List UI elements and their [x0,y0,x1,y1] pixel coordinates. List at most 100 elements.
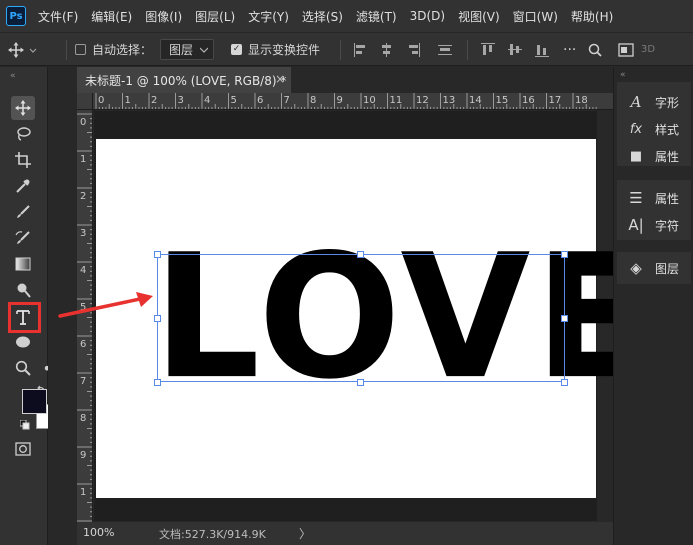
transform-handle-right[interactable] [561,315,568,322]
panel-group-1: A 字形 fx 样式 ■ 属性 [617,82,691,166]
properties-icon: ■ [629,148,643,164]
foreground-color-swatch[interactable] [22,389,47,414]
panel-collapse-icon[interactable]: « [10,71,16,81]
distribute-vertical-icon[interactable] [437,42,453,58]
menu-type[interactable]: 文字(Y) [248,8,289,25]
panel-group-3: ◈ 图层 [617,252,691,284]
ellipse-tool[interactable] [11,330,35,354]
properties-panel-button[interactable]: ■ 属性 [625,144,679,168]
glyphs-icon: A [630,93,642,111]
workspace-icon[interactable] [618,42,634,57]
options-bar: 自动选择： 图层 ✓ 显示变换控件 ··· 3D [0,32,693,66]
move-tool[interactable] [11,96,35,120]
menu-bar: Ps 文件(F) 编辑(E) 图像(I) 图层(L) 文字(Y) 选择(S) 滤… [0,0,693,32]
character-icon: A| [628,216,644,234]
status-menu-icon[interactable]: 〉 [299,525,311,542]
menu-file[interactable]: 文件(F) [38,8,78,25]
menu-help[interactable]: 帮助(H) [571,8,613,25]
document-size-info: 文档:527.3K/914.9K [159,528,266,541]
auto-select-target-dropdown[interactable]: 图层 [160,39,214,60]
character-panel-button[interactable]: A| 字符 [625,213,679,237]
move-tool-preset[interactable] [8,33,38,66]
glyphs-panel-button[interactable]: A 字形 [625,90,679,114]
transform-handle-bottom[interactable] [357,379,364,386]
ruler-h-label: 9 [337,95,343,106]
close-icon[interactable]: × [275,72,285,86]
ruler-h-label: 2 [151,95,157,106]
horizontal-ruler[interactable]: 0 1 2 3 4 5 6 7 8 9 10 11 12 13 14 15 16 17 18 [93,93,613,110]
history-brush-tool[interactable] [11,226,35,250]
menu-filter[interactable]: 滤镜(T) [356,8,397,25]
ruler-v-label: 9 [80,450,86,461]
annotation-arrow-icon [58,292,153,318]
auto-select-checkbox[interactable] [75,44,86,55]
gradient-icon [15,257,31,271]
align-left-icon[interactable] [353,42,369,58]
menu-image[interactable]: 图像(I) [145,8,182,25]
eyedropper-tool[interactable] [11,174,35,198]
ruler-h-label: 6 [257,95,263,106]
layers-panel-button[interactable]: ◈ 图层 [625,256,679,280]
ruler-h-label: 1 [125,95,131,106]
lasso-tool[interactable] [11,122,35,146]
zoom-level[interactable]: 100% [83,526,114,539]
panel-expand-icon[interactable]: « [620,70,626,80]
align-vcenter-icon[interactable] [507,42,523,58]
glyphs-label: 字形 [655,95,680,110]
menu-window[interactable]: 窗口(W) [513,8,558,25]
crop-tool[interactable] [11,148,35,172]
menu-layer[interactable]: 图层(L) [195,8,235,25]
styles-panel-button[interactable]: fx 样式 [625,117,679,141]
transform-handle-top-right[interactable] [561,251,568,258]
ruler-v-label: 4 [80,265,86,276]
default-colors-icon[interactable] [19,419,30,433]
move-icon [15,100,31,116]
transform-bounding-box[interactable] [157,254,565,382]
transform-handle-bottom-left[interactable] [154,379,161,386]
gradient-tool[interactable] [11,252,35,276]
ruler-v-label: 0 [80,117,86,128]
menu-view[interactable]: 视图(V) [458,8,500,25]
document-tab-title: 未标题-1 @ 100% (LOVE, RGB/8) * [85,73,287,88]
dodge-tool[interactable] [11,278,35,302]
panel-group-2: ☰ 属性 A| 字符 [617,180,691,240]
eyedropper-icon [16,179,30,193]
adjustments-label: 属性 [655,191,680,206]
zoom-icon [15,360,31,376]
zoom-tool[interactable] [11,356,35,380]
quick-mask-icon [15,442,31,456]
more-options-icon[interactable]: ··· [563,33,576,66]
brush-icon [17,205,30,218]
auto-select-label: 自动选择： [92,43,153,57]
adjustments-panel-button[interactable]: ☰ 属性 [625,186,679,210]
styles-label: 样式 [655,122,680,137]
chevron-down-icon [200,47,208,53]
ruler-v-label: 6 [80,339,86,350]
menu-3d[interactable]: 3D(D) [410,9,445,23]
dodge-icon [17,283,31,298]
align-bottom-icon[interactable] [534,42,550,58]
align-hcenter-icon[interactable] [379,42,395,58]
menu-select[interactable]: 选择(S) [302,8,343,25]
menu-edit[interactable]: 编辑(E) [91,8,132,25]
transform-handle-top-left[interactable] [154,251,161,258]
fx-icon: fx [629,121,643,137]
ruler-origin[interactable] [77,93,93,110]
show-transform-checkbox[interactable]: ✓ [231,44,242,55]
ruler-v-label: 1 [80,154,86,165]
annotation-highlight-box [8,302,41,333]
brush-tool[interactable] [11,200,35,224]
quick-mask-tool[interactable] [11,437,35,461]
align-right-icon[interactable] [405,42,421,58]
auto-select-target-value: 图层 [169,43,194,57]
document-tab[interactable]: 未标题-1 @ 100% (LOVE, RGB/8) * × [77,67,291,93]
show-transform-label: 显示变换控件 [248,43,321,57]
adjustments-icon: ☰ [629,189,643,207]
transform-handle-top[interactable] [357,251,364,258]
transform-handle-bottom-right[interactable] [561,379,568,386]
ruler-h-label: 3 [178,95,184,106]
ruler-v-label: 7 [80,376,86,387]
status-bar: 100% 文档:527.3K/914.9K 〉 [77,522,613,545]
align-top-icon[interactable] [480,42,496,58]
search-icon[interactable] [588,43,602,57]
